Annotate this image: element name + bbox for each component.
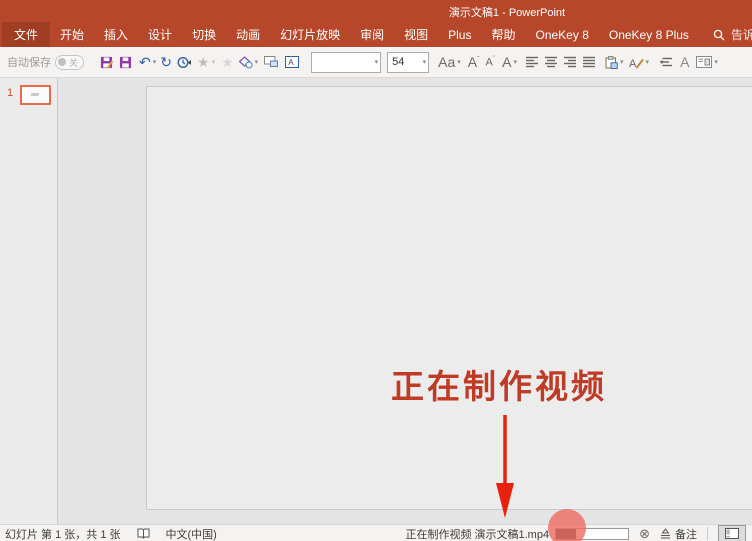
align-right-icon[interactable] — [564, 51, 577, 73]
change-case-icon[interactable]: Aa▾ — [438, 51, 461, 73]
save-as-icon[interactable] — [100, 51, 113, 73]
grow-font-icon[interactable]: Aˆ — [468, 51, 480, 73]
tab-开始[interactable]: 开始 — [50, 22, 94, 47]
title-bar: 演示文稿1 - PowerPoint — [0, 0, 752, 22]
annotation-text: 正在制作视频 — [391, 360, 607, 408]
textbox-icon[interactable]: A — [285, 51, 299, 73]
tab-设计[interactable]: 设计 — [138, 22, 182, 47]
slide-thumbnail-panel: 1 — [0, 78, 58, 524]
autosave-label: 自动保存 — [7, 54, 51, 70]
export-progress-bar — [555, 528, 629, 540]
tab-切换[interactable]: 切换 — [182, 22, 226, 47]
svg-text:A: A — [288, 58, 294, 67]
ribbon-tabs: 文件开始插入设计切换动画幻灯片放映审阅视图Plus帮助OneKey 8OneKe… — [0, 22, 699, 47]
justify-icon[interactable] — [583, 51, 596, 73]
effect-star-icon[interactable]: ★▾ — [197, 51, 215, 73]
font-size-combo[interactable]: 54▾ — [387, 52, 429, 73]
shapes-icon[interactable]: ▾ — [238, 51, 259, 73]
status-separator — [707, 527, 708, 540]
redo-icon[interactable]: ↻ — [160, 51, 172, 73]
thumbnail-content — [31, 93, 39, 96]
content-area: 1 — [0, 78, 752, 524]
layout-icon[interactable]: ▾ — [696, 51, 718, 73]
powerpoint-window: 演示文稿1 - PowerPoint 文件开始插入设计切换动画幻灯片放映审阅视图… — [0, 0, 752, 541]
shrink-font-icon[interactable]: Aˇ — [485, 51, 495, 73]
paste-format-icon[interactable]: ▾ — [605, 51, 624, 73]
slide-workspace — [58, 78, 752, 524]
font-color-icon[interactable]: A▾ — [502, 51, 517, 73]
tab-OneKey 8 Plus[interactable]: OneKey 8 Plus — [599, 22, 699, 47]
tab-审阅[interactable]: 审阅 — [350, 22, 394, 47]
autosave-toggle[interactable]: 关 — [55, 55, 84, 70]
notes-icon — [660, 528, 671, 539]
search-icon — [713, 29, 725, 41]
slide-thumbnail[interactable] — [20, 85, 51, 105]
slide-canvas[interactable] — [146, 86, 752, 510]
ribbon-tab-row: 文件开始插入设计切换动画幻灯片放映审阅视图Plus帮助OneKey 8OneKe… — [0, 22, 752, 47]
tab-插入[interactable]: 插入 — [94, 22, 138, 47]
rehearse-timings-icon[interactable] — [177, 51, 192, 73]
tab-幻灯片放映[interactable]: 幻灯片放映 — [270, 22, 350, 47]
text-effects-icon[interactable]: A▾ — [629, 51, 650, 73]
quick-toolbar: 自动保存关↶▾↻★▾★▾A▾54▾Aa▾AˆAˇA▾▾A▾A▾ — [0, 47, 752, 78]
tab-动画[interactable]: 动画 — [226, 22, 270, 47]
slide-number: 1 — [7, 87, 13, 99]
font-dialog-icon[interactable]: A — [680, 51, 689, 73]
tab-文件[interactable]: 文件 — [2, 22, 50, 47]
tab-OneKey 8[interactable]: OneKey 8 — [526, 22, 599, 47]
align-center-icon[interactable] — [545, 51, 558, 73]
normal-view-button[interactable] — [718, 525, 746, 541]
proofing-icon[interactable] — [137, 528, 150, 539]
share-slide-icon[interactable] — [264, 51, 278, 73]
star-icon[interactable]: ★ — [221, 51, 234, 73]
text-direction-icon[interactable] — [659, 51, 673, 73]
document-title: 演示文稿1 - PowerPoint — [449, 4, 565, 20]
font-name-combo[interactable]: ▾ — [311, 52, 381, 73]
tab-帮助[interactable]: 帮助 — [481, 22, 525, 47]
tab-视图[interactable]: 视图 — [394, 22, 438, 47]
export-progress-fill — [556, 529, 575, 539]
search-placeholder: 告诉我你想要做什么 — [731, 26, 752, 43]
export-status-label: 正在制作视频 演示文稿1.mp4 — [405, 526, 549, 541]
align-left-icon[interactable] — [526, 51, 539, 73]
notes-toggle[interactable]: 备注 — [660, 526, 697, 541]
notes-label: 备注 — [675, 526, 697, 541]
status-bar: 幻灯片 第 1 张，共 1 张 中文(中国) 正在制作视频 演示文稿1.mp4 … — [0, 524, 752, 541]
undo-icon[interactable]: ↶▾ — [139, 51, 156, 73]
tab-Plus[interactable]: Plus — [438, 22, 481, 47]
tell-me-search[interactable]: 告诉我你想要做什么 — [713, 22, 752, 47]
language-indicator[interactable]: 中文(中国) — [166, 526, 217, 541]
save-icon[interactable] — [119, 51, 132, 73]
cancel-export-icon[interactable]: ⊗ — [639, 527, 650, 540]
slide-counter: 幻灯片 第 1 张，共 1 张 — [5, 526, 121, 541]
